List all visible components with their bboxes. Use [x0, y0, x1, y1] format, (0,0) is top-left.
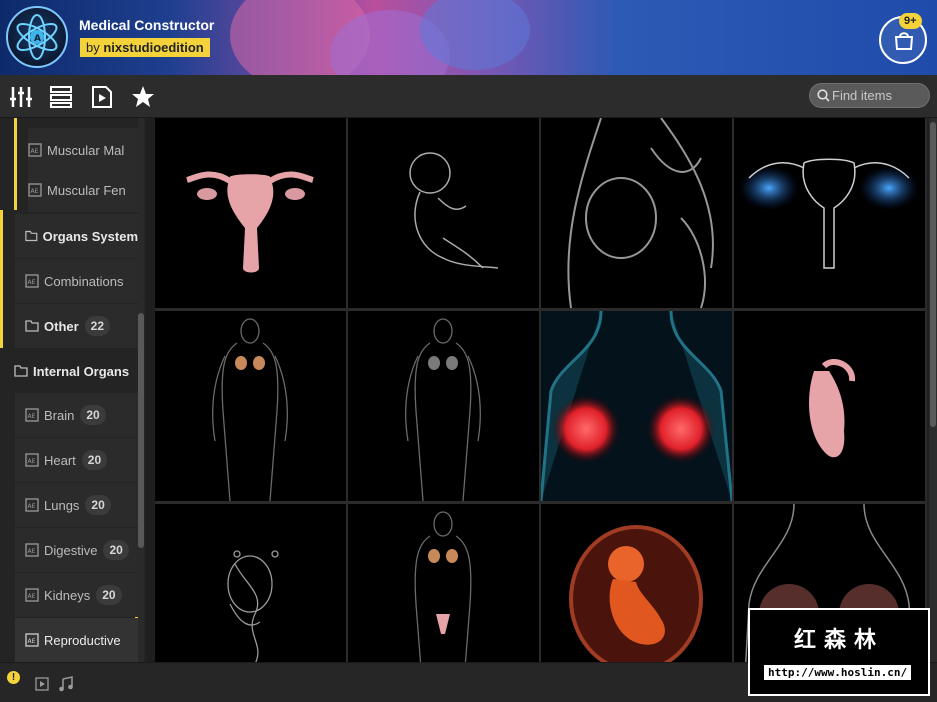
grid-tile-body-mammary[interactable]	[155, 311, 346, 501]
watermark: 红森林 http://www.hoslin.cn/	[748, 608, 930, 696]
svg-text:AE: AE	[31, 148, 39, 155]
grid-tile-fetus-outline[interactable]	[348, 118, 539, 308]
item-count-badge: 20	[80, 405, 106, 425]
app-header: A Medical Constructor by nixstudioeditio…	[0, 0, 937, 75]
tree-accent-line	[14, 118, 17, 210]
grid-tile-ovaries-glow[interactable]	[734, 118, 925, 308]
file-icon: AE	[28, 183, 42, 197]
sidebar-item-brain[interactable]: AE Brain 20	[15, 393, 138, 437]
sidebar-scroll-thumb[interactable]	[138, 313, 144, 548]
svg-text:AE: AE	[28, 279, 36, 286]
list-view-icon[interactable]	[49, 85, 73, 109]
folder-icon	[25, 230, 38, 242]
grid-tile-uterus-side[interactable]	[734, 311, 925, 501]
sidebar-item-digestive[interactable]: AE Digestive 20	[15, 528, 138, 572]
watermark-title: 红森林	[793, 628, 884, 653]
items-grid	[155, 118, 927, 662]
item-count-badge: 20	[103, 540, 129, 560]
toolbar	[0, 75, 937, 118]
sliders-icon[interactable]	[9, 85, 33, 109]
watermark-url: http://www.hoslin.cn/	[764, 665, 912, 680]
sidebar-item-internal-organs[interactable]: Internal Organs	[0, 349, 138, 393]
svg-text:A: A	[34, 34, 41, 44]
sidebar-item-kidneys[interactable]: AE Kidneys 20	[15, 573, 138, 617]
item-count-badge: 20	[85, 495, 111, 515]
file-icon: AE	[25, 274, 39, 288]
svg-text:AE: AE	[28, 458, 36, 465]
music-note-icon[interactable]	[58, 676, 74, 692]
app-title: Medical Constructor	[79, 17, 215, 33]
svg-text:AE: AE	[28, 593, 36, 600]
sidebar-item-muscular-male[interactable]: AE Muscular Mal	[28, 128, 138, 172]
folder-icon	[25, 320, 39, 332]
search-icon	[817, 89, 830, 102]
sidebar-item-lungs[interactable]: AE Lungs 20	[15, 483, 138, 527]
svg-text:AE: AE	[31, 188, 39, 195]
author-name: nixstudioedition	[103, 40, 204, 55]
preview-icon[interactable]	[90, 85, 114, 109]
star-icon[interactable]	[131, 85, 155, 109]
file-icon: AE	[25, 498, 39, 512]
search-box[interactable]	[809, 83, 930, 108]
preview-toggle-icon[interactable]	[35, 677, 49, 691]
grid-tile-breast-glow-red[interactable]	[541, 311, 732, 501]
file-icon: AE	[28, 143, 42, 157]
sidebar-item-combinations[interactable]: AE Combinations	[15, 259, 138, 303]
sidebar-item-reproductive[interactable]: AE Reproductive	[15, 618, 138, 662]
item-count-badge: 20	[96, 585, 122, 605]
file-icon: AE	[25, 633, 39, 647]
file-icon: AE	[25, 453, 39, 467]
author-badge[interactable]: by nixstudioedition	[80, 38, 210, 57]
grid-tile-body-mammary-gray[interactable]	[348, 311, 539, 501]
app-logo: A	[6, 6, 68, 68]
svg-text:AE: AE	[28, 413, 36, 420]
grid-tile-fetus-wire[interactable]	[155, 504, 346, 662]
item-count-badge: 20	[81, 450, 108, 470]
shopping-bag-icon	[894, 32, 914, 50]
grid-tile-fetus-womb[interactable]	[541, 504, 732, 662]
tree-accent-line	[0, 210, 3, 348]
category-sidebar: AE Muscular Mal AE Muscular Fen Organs S…	[0, 118, 146, 662]
file-icon: AE	[25, 408, 39, 422]
cart-count-badge: 9+	[899, 13, 922, 29]
svg-text:AE: AE	[28, 548, 36, 555]
by-prefix: by	[86, 40, 100, 55]
search-input[interactable]	[832, 86, 927, 105]
item-count-badge: 22	[84, 316, 111, 336]
file-icon: AE	[25, 588, 39, 602]
grid-tile-uterus[interactable]	[155, 118, 346, 308]
sidebar-item-muscular-female[interactable]: AE Muscular Fen	[28, 168, 138, 212]
grid-tile-body-reproductive[interactable]	[348, 504, 539, 662]
sidebar-item-heart[interactable]: AE Heart 20	[15, 438, 138, 482]
grid-tile-pelvis-xray[interactable]	[541, 118, 732, 308]
file-icon: AE	[25, 543, 39, 557]
sidebar-item-other[interactable]: Other 22	[15, 304, 138, 348]
grid-scroll-thumb[interactable]	[930, 122, 936, 427]
svg-text:AE: AE	[28, 638, 36, 645]
warning-icon[interactable]: !	[7, 671, 20, 684]
svg-text:AE: AE	[28, 503, 36, 510]
folder-icon	[14, 365, 28, 377]
sidebar-scrollbar[interactable]	[138, 118, 144, 662]
grid-scrollbar[interactable]	[929, 118, 937, 662]
sidebar-item-organs-system[interactable]: Organs System	[15, 214, 138, 258]
